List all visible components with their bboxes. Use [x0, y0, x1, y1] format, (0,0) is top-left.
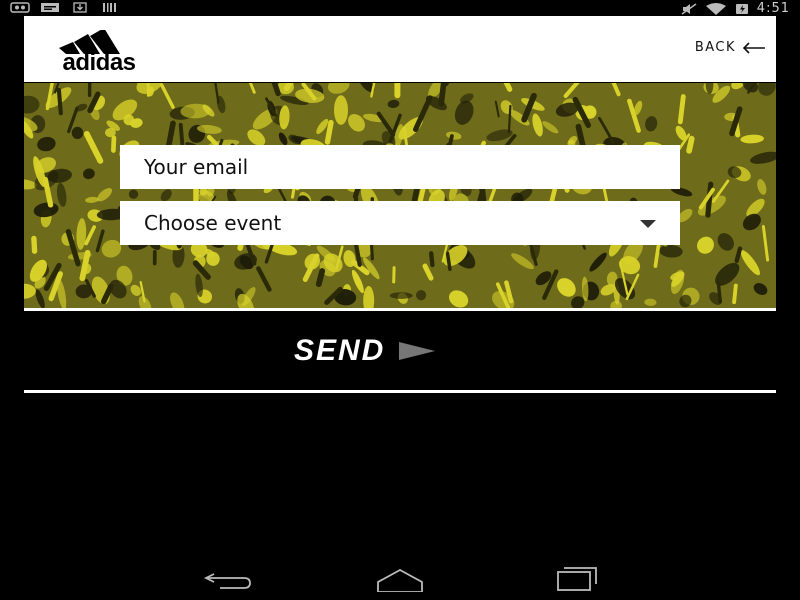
crowd-background-image — [24, 83, 776, 308]
message-icon — [41, 3, 59, 12]
back-label: BACK — [694, 40, 736, 55]
back-button[interactable]: BACK — [695, 40, 766, 55]
notification-icon — [10, 2, 30, 13]
wifi-icon — [705, 2, 726, 15]
event-select-value: Choose event — [144, 211, 282, 235]
play-arrow-icon — [399, 342, 436, 360]
battery-icon — [735, 3, 748, 14]
divider-bottom — [24, 390, 776, 393]
download-icon — [73, 2, 87, 13]
status-left-icons — [10, 2, 120, 13]
status-time: 4:51 — [756, 1, 790, 16]
arrow-left-icon — [742, 41, 765, 54]
email-placeholder: Your email — [144, 155, 249, 179]
divider-top — [24, 308, 776, 311]
event-select[interactable]: Choose event — [120, 201, 680, 245]
back-icon[interactable] — [200, 564, 260, 592]
hero-banner: Your email Choose event — [24, 83, 776, 308]
dropdown-arrow-icon — [640, 220, 656, 228]
navigation-bar — [0, 552, 800, 600]
mute-icon — [681, 2, 697, 15]
adidas-logo: adidas — [40, 28, 158, 76]
logo-text: adidas — [62, 49, 136, 76]
home-icon[interactable] — [370, 564, 430, 592]
header: adidas BACK — [24, 16, 776, 82]
barcode-icon — [103, 3, 116, 12]
email-input[interactable]: Your email — [120, 145, 680, 189]
send-button[interactable]: SEND — [294, 334, 436, 368]
status-right-icons: 4:51 — [681, 1, 790, 16]
send-label: SEND — [294, 334, 386, 367]
recents-icon[interactable] — [542, 564, 602, 592]
status-bar: 4:51 — [0, 0, 800, 16]
